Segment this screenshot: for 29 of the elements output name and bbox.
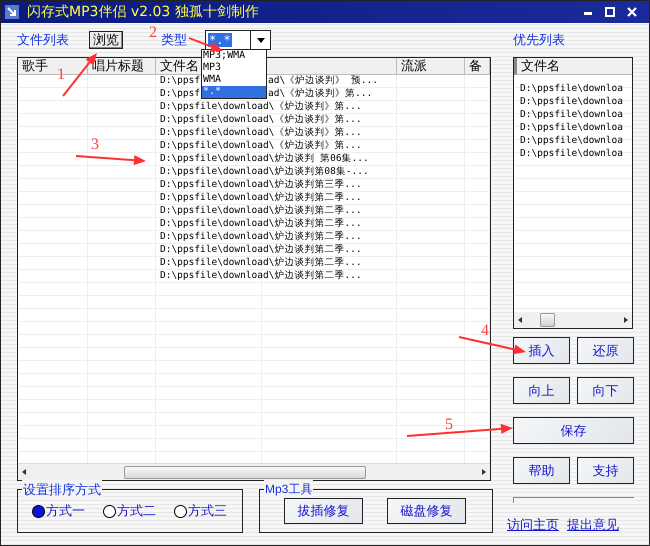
combo-value: *.* [208,33,232,47]
priority-list-label: 优先列表 [513,31,565,50]
annotation-number: 3 [91,136,99,153]
table-cell: D:\ppsf [160,75,200,87]
type-label: 类型 [161,31,187,50]
file-list-label: 文件列表 [17,31,69,50]
table-cell: D:\ppsfile\download\炉边谈判第二季... [160,192,362,204]
table-cell: D:\ppsfile\download\《炉边谈判》第... [160,140,362,152]
table-cell: D:\ppsfile\download\《炉边谈判》第... [160,101,362,113]
group-title: 设置排序方式 [22,480,102,500]
table-cell: D:\ppsfile\download\炉边谈判第三季... [160,179,362,191]
table-cell: ad\《炉边谈判》 预... [268,75,378,87]
window-title: 闪存式MP3伴侣 v2.03 独孤十剑制作 [27,2,259,22]
table-cell: ad\《炉边谈判》第... [268,88,372,100]
annotation-number: 5 [445,416,453,433]
table-cell: D:\ppsfile\download\《炉边谈判》第... [160,127,362,139]
table-cell: D:\ppsfile\download\炉边谈判第二季... [160,257,362,269]
annotation-number: 2 [149,24,157,41]
table-cell: D:\ppsfile\download\炉边谈判第二季... [160,231,362,243]
table-cell: D:\ppsfile\download\炉边谈判 第06集... [160,153,369,165]
table-cell: D:\ppsfile\download\炉边谈判第二季... [160,218,362,230]
table-cell: D:\ppsfile\download\炉边谈判第二季... [160,270,362,282]
table-cell: D:\ppsfile\download\炉边谈判第08集-... [160,166,369,178]
table-cell: D:\ppsfile\download\炉边谈判第二季... [160,205,362,217]
table-cell: D:\ppsf [160,88,200,100]
annotation-number: 4 [481,322,489,339]
table-cell: D:\ppsfile\download\炉边谈判第二季... [160,244,362,256]
table-cell: D:\ppsfile\download\《炉边谈判》第... [160,114,362,126]
group-title: Mp3工具 [264,480,314,498]
